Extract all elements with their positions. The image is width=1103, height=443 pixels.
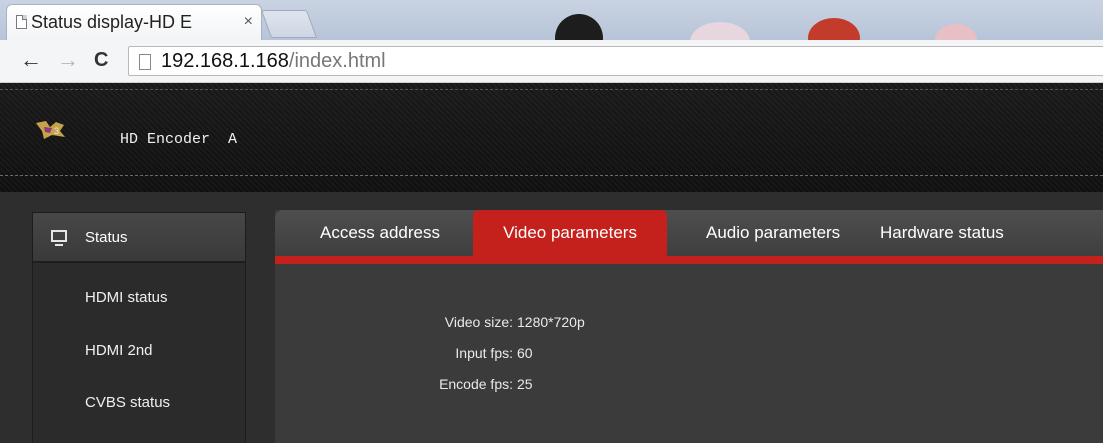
reload-icon[interactable]: C — [94, 47, 108, 73]
param-row: Encode fps: 25 — [275, 376, 1103, 398]
url-text: 192.168.1.168/index.html — [161, 50, 386, 72]
tab-title: Status display-HD E — [31, 12, 193, 32]
sidebar-item-hdmi-status[interactable]: HDMI status — [85, 289, 168, 306]
background-decoration — [690, 22, 750, 40]
background-decoration — [808, 18, 860, 40]
tab-underline — [275, 256, 1103, 264]
divider — [0, 89, 1103, 90]
param-label: Encode fps: — [439, 376, 513, 392]
browser-tab[interactable]: Status display-HD E × — [6, 4, 262, 40]
browser-toolbar: ← → C 192.168.1.168/index.html — [0, 40, 1103, 83]
param-value: 60 — [517, 345, 533, 361]
tab-audio-parameters[interactable]: Audio parameters — [706, 210, 840, 256]
video-parameters-panel: Video size: 1280*720p Input fps: 60 Enco… — [275, 264, 1103, 443]
sidebar-item-hdmi-2nd[interactable]: HDMI 2nd — [85, 342, 153, 359]
sidebar-item-cvbs-status[interactable]: CVBS status — [85, 394, 170, 411]
tab-bar: Access address Video parameters Audio pa… — [275, 210, 1103, 256]
divider — [0, 175, 1103, 176]
back-arrow-icon[interactable]: ← — [20, 47, 42, 73]
brand-logo-icon: 3 — [36, 121, 65, 139]
monitor-icon — [51, 230, 67, 246]
url-host: 192.168.1.168 — [161, 50, 289, 72]
close-icon[interactable]: × — [244, 13, 253, 31]
new-tab-button[interactable] — [260, 10, 318, 38]
forward-arrow-icon[interactable]: → — [57, 47, 79, 73]
page-icon — [139, 54, 151, 70]
url-path: /index.html — [288, 50, 386, 72]
param-label: Video size: — [444, 314, 513, 330]
param-value: 1280*720p — [517, 314, 585, 330]
tab-hardware-status[interactable]: Hardware status — [880, 210, 1004, 256]
param-label: Input fps: — [455, 345, 513, 361]
background-decoration — [935, 24, 977, 40]
app-header: 3 HD Encoder A — [0, 83, 1103, 192]
svg-text:3: 3 — [54, 126, 59, 136]
main-panel: Access address Video parameters Audio pa… — [275, 210, 1103, 443]
param-row: Input fps: 60 — [275, 345, 1103, 367]
sidebar-section-label: Status — [85, 229, 128, 246]
sidebar: Status HDMI status HDMI 2nd CVBS status — [32, 212, 246, 443]
param-row: Video size: 1280*720p — [275, 314, 1103, 336]
sidebar-section-status[interactable]: Status — [33, 213, 245, 263]
param-value: 25 — [517, 376, 533, 392]
device-title: HD Encoder A — [120, 131, 238, 148]
page-icon — [16, 15, 27, 29]
address-bar[interactable]: 192.168.1.168/index.html — [128, 46, 1103, 76]
browser-tab-strip: Status display-HD E × — [0, 0, 1103, 40]
tab-video-parameters[interactable]: Video parameters — [473, 210, 667, 256]
background-decoration — [555, 14, 603, 40]
tab-access-address[interactable]: Access address — [320, 210, 440, 256]
